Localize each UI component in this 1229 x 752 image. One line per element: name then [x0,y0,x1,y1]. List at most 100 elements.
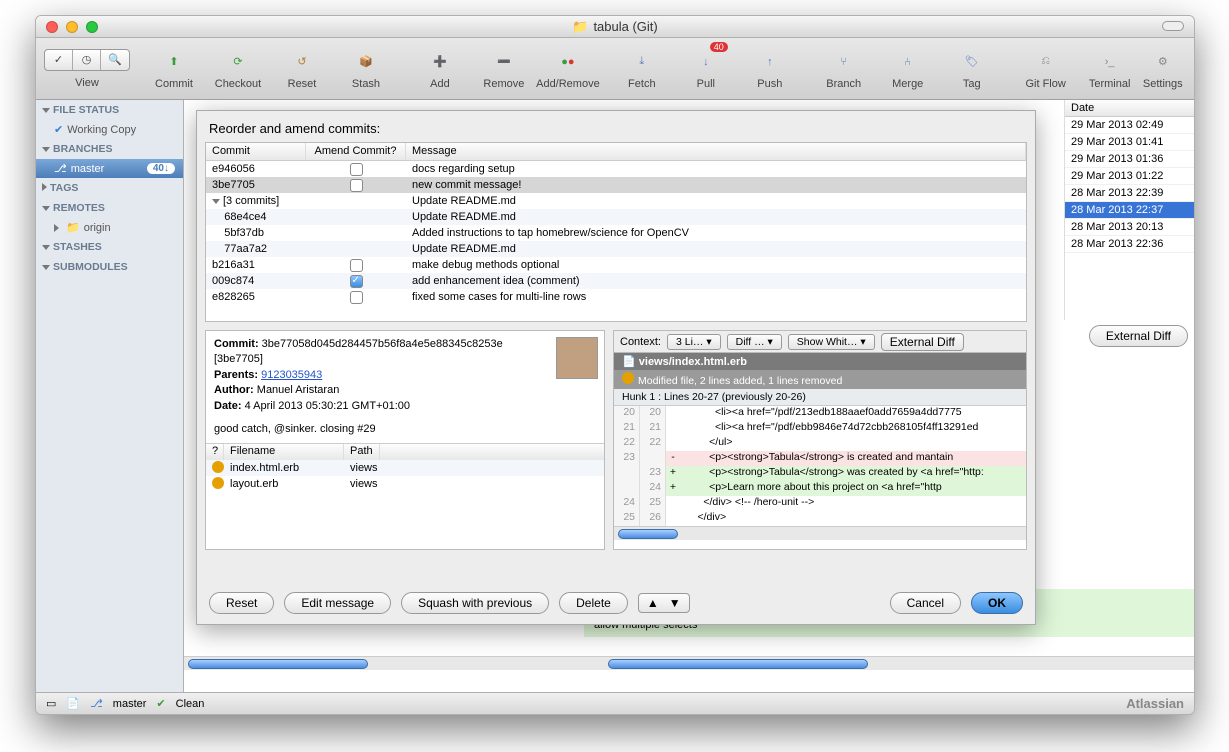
status-branch: master [113,698,147,710]
titlebar: 📁tabula (Git) [36,16,1194,38]
date-row[interactable]: 28 Mar 2013 22:39 [1065,185,1194,202]
date-row[interactable]: 28 Mar 2013 22:37 [1065,202,1194,219]
settings-button[interactable]: ⚙Settings [1140,48,1186,90]
gitflow-button[interactable]: ⎌Git Flow [1016,48,1076,90]
right-hscrollbar[interactable] [604,656,1194,670]
folder-icon: 📁 [572,19,588,35]
pull-button[interactable]: ↓40Pull [676,48,736,90]
ok-button[interactable]: OK [971,592,1023,614]
toolbar-pill-icon[interactable] [1162,21,1184,31]
stashes-header[interactable]: STASHES [53,241,102,253]
commit-row[interactable]: 5bf37dbAdded instructions to tap homebre… [206,225,1026,241]
date-row[interactable]: 29 Mar 2013 01:41 [1065,134,1194,151]
file-row[interactable]: index.html.erbviews [206,460,604,476]
date-row[interactable]: 29 Mar 2013 01:22 [1065,168,1194,185]
commit-row[interactable]: b216a31make debug methods optional [206,257,1026,273]
view-search-icon[interactable]: 🔍 [101,50,129,70]
commit-summary: good catch, @sinker. closing #29 [214,422,596,437]
squash-button[interactable]: Squash with previous [401,592,549,614]
amend-checkbox[interactable] [350,163,363,176]
edit-message-button[interactable]: Edit message [284,592,391,614]
tags-header[interactable]: TAGS [50,182,78,194]
move-up-icon: ▲ [647,596,659,610]
amend-checkbox[interactable] [350,275,363,288]
reset-button[interactable]: Reset [209,592,274,614]
branch-button[interactable]: ⑂Branch [814,48,874,90]
branch-master-item[interactable]: ⎇master40↓ [36,159,183,178]
col-amend[interactable]: Amend Commit? [306,143,406,160]
external-diff-button[interactable]: External Diff [881,333,964,351]
file-status-header[interactable]: FILE STATUS [53,104,119,116]
reorder-buttons[interactable]: ▲▼ [638,593,690,613]
commit-row[interactable]: e828265fixed some cases for multi-line r… [206,289,1026,305]
commits-table[interactable]: Commit Amend Commit? Message e946056docs… [205,142,1027,322]
content-area: ≡ ▾ Date 29 Mar 2013 02:4929 Mar 2013 01… [184,100,1194,692]
push-button[interactable]: ↑Push [740,48,800,90]
date-header[interactable]: Date [1065,100,1194,117]
terminal-button[interactable]: ›_Terminal [1080,48,1140,90]
parent-link[interactable]: 9123035943 [261,369,322,381]
col-commit[interactable]: Commit [206,143,306,160]
sidebar-toggle-icon[interactable]: ▭ [46,697,56,710]
tag-button[interactable]: 🏷Tag [942,48,1002,90]
view-segmented-control[interactable]: ✓ ◷ 🔍 [44,49,130,71]
date-row[interactable]: 29 Mar 2013 02:49 [1065,117,1194,134]
move-down-icon: ▼ [669,596,681,610]
file-row[interactable]: layout.erbviews [206,476,604,492]
date-row[interactable]: 29 Mar 2013 01:36 [1065,151,1194,168]
diff-options-dropdown[interactable]: Diff … ▾ [727,334,782,350]
diff-line[interactable]: 2121 <li><a href="/pdf/ebb9846e74d72cbb2… [614,421,1026,436]
merge-button[interactable]: ⑃Merge [878,48,938,90]
hunk-header: Hunk 1 : Lines 20-27 (previously 20-26) [614,389,1026,406]
fetch-button[interactable]: ⤓Fetch [612,48,672,90]
amend-checkbox[interactable] [350,291,363,304]
branches-header[interactable]: BRANCHES [53,143,113,155]
checkout-button[interactable]: ⟳Checkout [208,48,268,90]
commit-info-pane: Commit: 3be77058d045d284457b56f8a4e5e883… [205,330,605,550]
brand-label: Atlassian [1126,696,1184,711]
refresh-icon[interactable]: 📄 [66,697,80,710]
diff-line[interactable]: 23+ <p><strong>Tabula</strong> was creat… [614,466,1026,481]
diff-line[interactable]: 2222 </ul> [614,436,1026,451]
cancel-button[interactable]: Cancel [890,592,961,614]
date-row[interactable]: 28 Mar 2013 22:36 [1065,236,1194,253]
diff-hscrollbar[interactable] [614,526,1026,540]
pull-badge: 40 [710,42,728,52]
commit-row[interactable]: 3be7705new commit message! [206,177,1026,193]
commit-row[interactable]: 68e4ce4Update README.md [206,209,1026,225]
amend-checkbox[interactable] [350,179,363,192]
commit-row[interactable]: 009c874add enhancement idea (comment) [206,273,1026,289]
commit-row[interactable]: e946056docs regarding setup [206,161,1026,177]
commit-row[interactable]: 77aa7a2Update README.md [206,241,1026,257]
diff-line[interactable]: 2425 </div> <!-- /hero-unit --> [614,496,1026,511]
changed-files-list[interactable]: ?FilenamePath index.html.erbviewslayout.… [206,443,604,549]
diff-line[interactable]: 23- <p><strong>Tabula</strong> is create… [614,451,1026,466]
date-row[interactable]: 28 Mar 2013 20:13 [1065,219,1194,236]
col-message[interactable]: Message [406,143,1026,160]
view-clock-icon[interactable]: ◷ [73,50,101,70]
submodules-header[interactable]: SUBMODULES [53,261,128,273]
external-diff-side-button[interactable]: External Diff [1089,325,1188,347]
remote-origin-item[interactable]: 📁origin [36,218,183,237]
diff-pane: Context: 3 Li… ▾ Diff … ▾ Show Whit… ▾ E… [613,330,1027,550]
reset-button[interactable]: ↺Reset [272,48,332,90]
addremove-button[interactable]: ●●Add/Remove [538,48,598,90]
delete-button[interactable]: Delete [559,592,628,614]
add-button[interactable]: ➕Add [410,48,470,90]
diff-line[interactable]: 24+ <p>Learn more about this project on … [614,481,1026,496]
diff-line[interactable]: 2020 <li><a href="/pdf/213edb188aaef0add… [614,406,1026,421]
clean-icon: ✔ [156,697,165,710]
stash-button[interactable]: 📦Stash [336,48,396,90]
commit-button[interactable]: ⬆Commit [144,48,204,90]
amend-checkbox[interactable] [350,259,363,272]
author-avatar [556,337,598,379]
remove-button[interactable]: ➖Remove [474,48,534,90]
whitespace-dropdown[interactable]: Show Whit… ▾ [788,334,875,350]
view-check-icon[interactable]: ✓ [45,50,73,70]
working-copy-item[interactable]: ✔Working Copy [36,120,183,139]
commit-row[interactable]: [3 commits]Update README.md [206,193,1026,209]
remotes-header[interactable]: REMOTES [53,202,105,214]
diff-file: views/index.html.erb [639,356,747,368]
diff-line[interactable]: 2526 </div> [614,511,1026,526]
context-dropdown[interactable]: 3 Li… ▾ [667,334,721,350]
